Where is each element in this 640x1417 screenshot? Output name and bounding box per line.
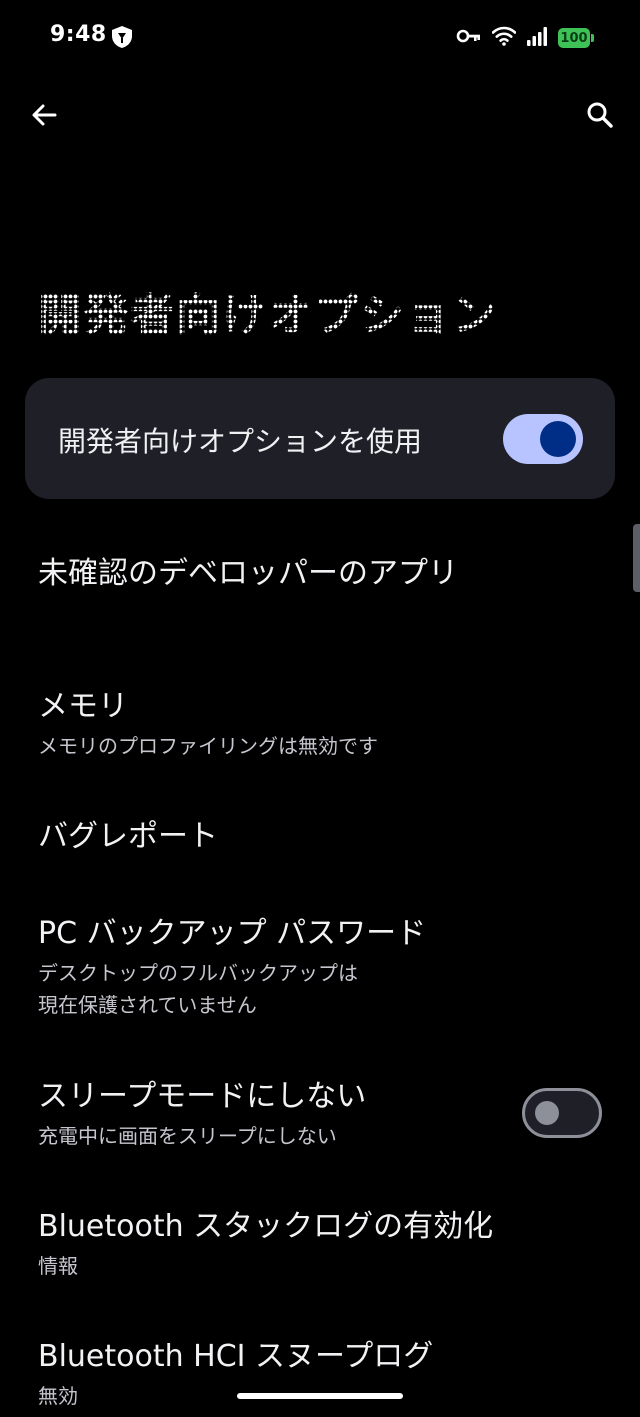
arrow-back-icon	[30, 101, 58, 133]
signal-icon	[526, 26, 548, 50]
setting-title: スリープモードにしない	[38, 1079, 367, 1114]
shield-app-icon	[110, 25, 134, 49]
toggle-knob	[535, 1101, 559, 1125]
status-bar: 9:48 100	[0, 0, 640, 75]
setting-bug-report[interactable]: バグレポート	[38, 818, 610, 856]
setting-title: Bluetooth HCI スヌープログ	[38, 1339, 434, 1374]
setting-unverified-developer-apps[interactable]: 未確認のデベロッパーのアプリ	[38, 555, 610, 593]
setting-bluetooth-hci-snoop-log[interactable]: Bluetooth HCI スヌープログ 無効	[38, 1338, 610, 1412]
setting-memory[interactable]: メモリ メモリのプロファイリングは無効です	[38, 688, 610, 762]
search-button[interactable]	[578, 95, 622, 139]
setting-title: Bluetooth スタックログの有効化	[38, 1209, 494, 1244]
setting-title: PC バックアップ パスワード	[38, 916, 427, 951]
battery-icon: 100	[558, 28, 594, 48]
search-icon	[586, 101, 614, 133]
main-switch-card[interactable]: 開発者向けオプションを使用	[25, 378, 615, 499]
setting-title: 未確認のデベロッパーのアプリ	[38, 556, 458, 591]
setting-summary: 充電中に画面をスリープにしない	[38, 1124, 337, 1148]
stay-awake-toggle[interactable]	[522, 1088, 602, 1138]
setting-summary: 情報	[38, 1254, 78, 1278]
home-gesture-bar[interactable]	[237, 1393, 403, 1399]
top-app-bar	[0, 95, 640, 145]
setting-title: バグレポート	[38, 819, 218, 854]
setting-title: メモリ	[38, 689, 128, 724]
main-switch-label: 開発者向けオプションを使用	[58, 425, 423, 458]
back-button[interactable]	[22, 95, 66, 139]
status-time: 9:48	[50, 22, 107, 47]
setting-pc-backup-password[interactable]: PC バックアップ パスワード デスクトップのフルバックアップは 現在保護されて…	[38, 915, 610, 1021]
setting-summary: デスクトップのフルバックアップは 現在保護されていません	[38, 961, 358, 1017]
vpn-key-icon	[456, 28, 482, 48]
setting-summary: メモリのプロファイリングは無効です	[38, 734, 378, 758]
page-title: 開発者向けオプション	[38, 279, 498, 343]
wifi-icon	[491, 26, 517, 50]
setting-bluetooth-stack-log[interactable]: Bluetooth スタックログの有効化 情報	[38, 1208, 610, 1282]
developer-options-toggle[interactable]	[503, 414, 583, 464]
scrollbar[interactable]	[633, 524, 640, 592]
toggle-knob	[540, 421, 576, 457]
status-icons: 100	[456, 26, 594, 50]
setting-stay-awake[interactable]: スリープモードにしない 充電中に画面をスリープにしない	[38, 1078, 510, 1152]
battery-level: 100	[560, 30, 588, 46]
